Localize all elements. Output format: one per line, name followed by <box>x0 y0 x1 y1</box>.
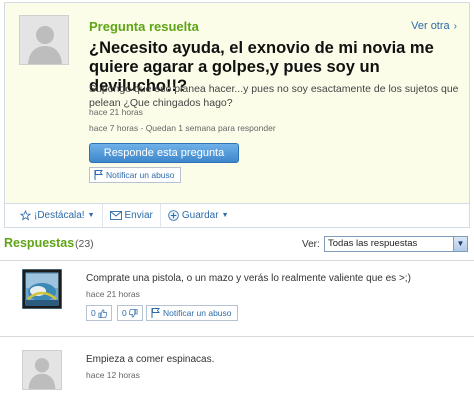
answer-text: Comprate una pistola, o un mazo y verás … <box>86 273 411 284</box>
question-card: Pregunta resuelta Ver otra › ¿Necesito ay… <box>4 2 470 228</box>
divider <box>0 260 474 261</box>
star-button[interactable]: ¡Destácala! ▼ <box>13 204 102 227</box>
send-button[interactable]: Enviar <box>101 204 160 227</box>
thumbs-up-button[interactable]: 0 <box>86 305 112 321</box>
question-remaining-time: hace 7 horas - Quedan 1 semana para resp… <box>89 123 276 133</box>
save-button[interactable]: Guardar ▼ <box>159 204 236 227</box>
thumbs-up-icon <box>98 309 107 318</box>
answer-time: hace 21 horas <box>86 289 140 299</box>
report-abuse-label: Notificar un abuso <box>106 170 175 180</box>
question-toolbar: ¡Destácala! ▼ Enviar Guardar ▼ <box>5 203 469 227</box>
answers-heading: Respuestas <box>4 236 75 250</box>
answer-question-button[interactable]: Responde esta pregunta <box>89 143 239 163</box>
user-avatar-image <box>22 269 62 309</box>
report-abuse-button[interactable]: Notificar un abuso <box>89 167 181 183</box>
thumbs-down-icon <box>128 308 138 317</box>
flag-icon <box>94 170 103 180</box>
report-abuse-label: Notificar un abuso <box>163 308 232 318</box>
asker-avatar[interactable] <box>19 15 69 65</box>
thumbs-down-count: 0 <box>122 308 127 318</box>
answerer-avatar[interactable] <box>22 350 62 390</box>
flag-icon <box>151 308 160 318</box>
save-label: Guardar <box>181 210 219 221</box>
plus-icon <box>168 210 179 221</box>
question-time: hace 21 horas <box>89 107 143 117</box>
answers-count: (23) <box>75 238 94 250</box>
chevron-down-icon: ▼ <box>453 237 467 251</box>
report-abuse-button[interactable]: Notificar un abuso <box>146 305 238 321</box>
see-other-link[interactable]: Ver otra › <box>411 20 457 32</box>
view-selected-value: Todas las respuestas <box>328 238 418 249</box>
thumbs-down-button[interactable]: 0 <box>117 305 143 321</box>
divider <box>0 336 474 337</box>
view-select[interactable]: Todas las respuestas ▼ <box>324 236 468 252</box>
thumbs-up-count: 0 <box>91 308 96 318</box>
question-status: Pregunta resuelta <box>89 19 199 34</box>
answerer-avatar[interactable] <box>22 269 62 309</box>
dropdown-arrow-icon: ▼ <box>221 212 229 219</box>
star-label: ¡Destácala! <box>34 210 85 221</box>
view-label: Ver: <box>302 239 320 250</box>
envelope-icon <box>109 211 122 220</box>
send-label: Enviar <box>124 210 153 221</box>
chevron-right-icon: › <box>453 21 457 32</box>
dropdown-arrow-icon: ▼ <box>87 212 95 219</box>
question-body: Supongo que eso planea hacer...y pues no… <box>89 83 459 109</box>
answer-time: hace 12 horas <box>86 370 140 380</box>
answer-text: Empieza a comer espinacas. <box>86 354 215 365</box>
star-icon <box>20 210 31 221</box>
default-user-icon <box>23 351 61 389</box>
default-user-icon <box>20 16 68 64</box>
see-other-label: Ver otra <box>411 20 450 32</box>
